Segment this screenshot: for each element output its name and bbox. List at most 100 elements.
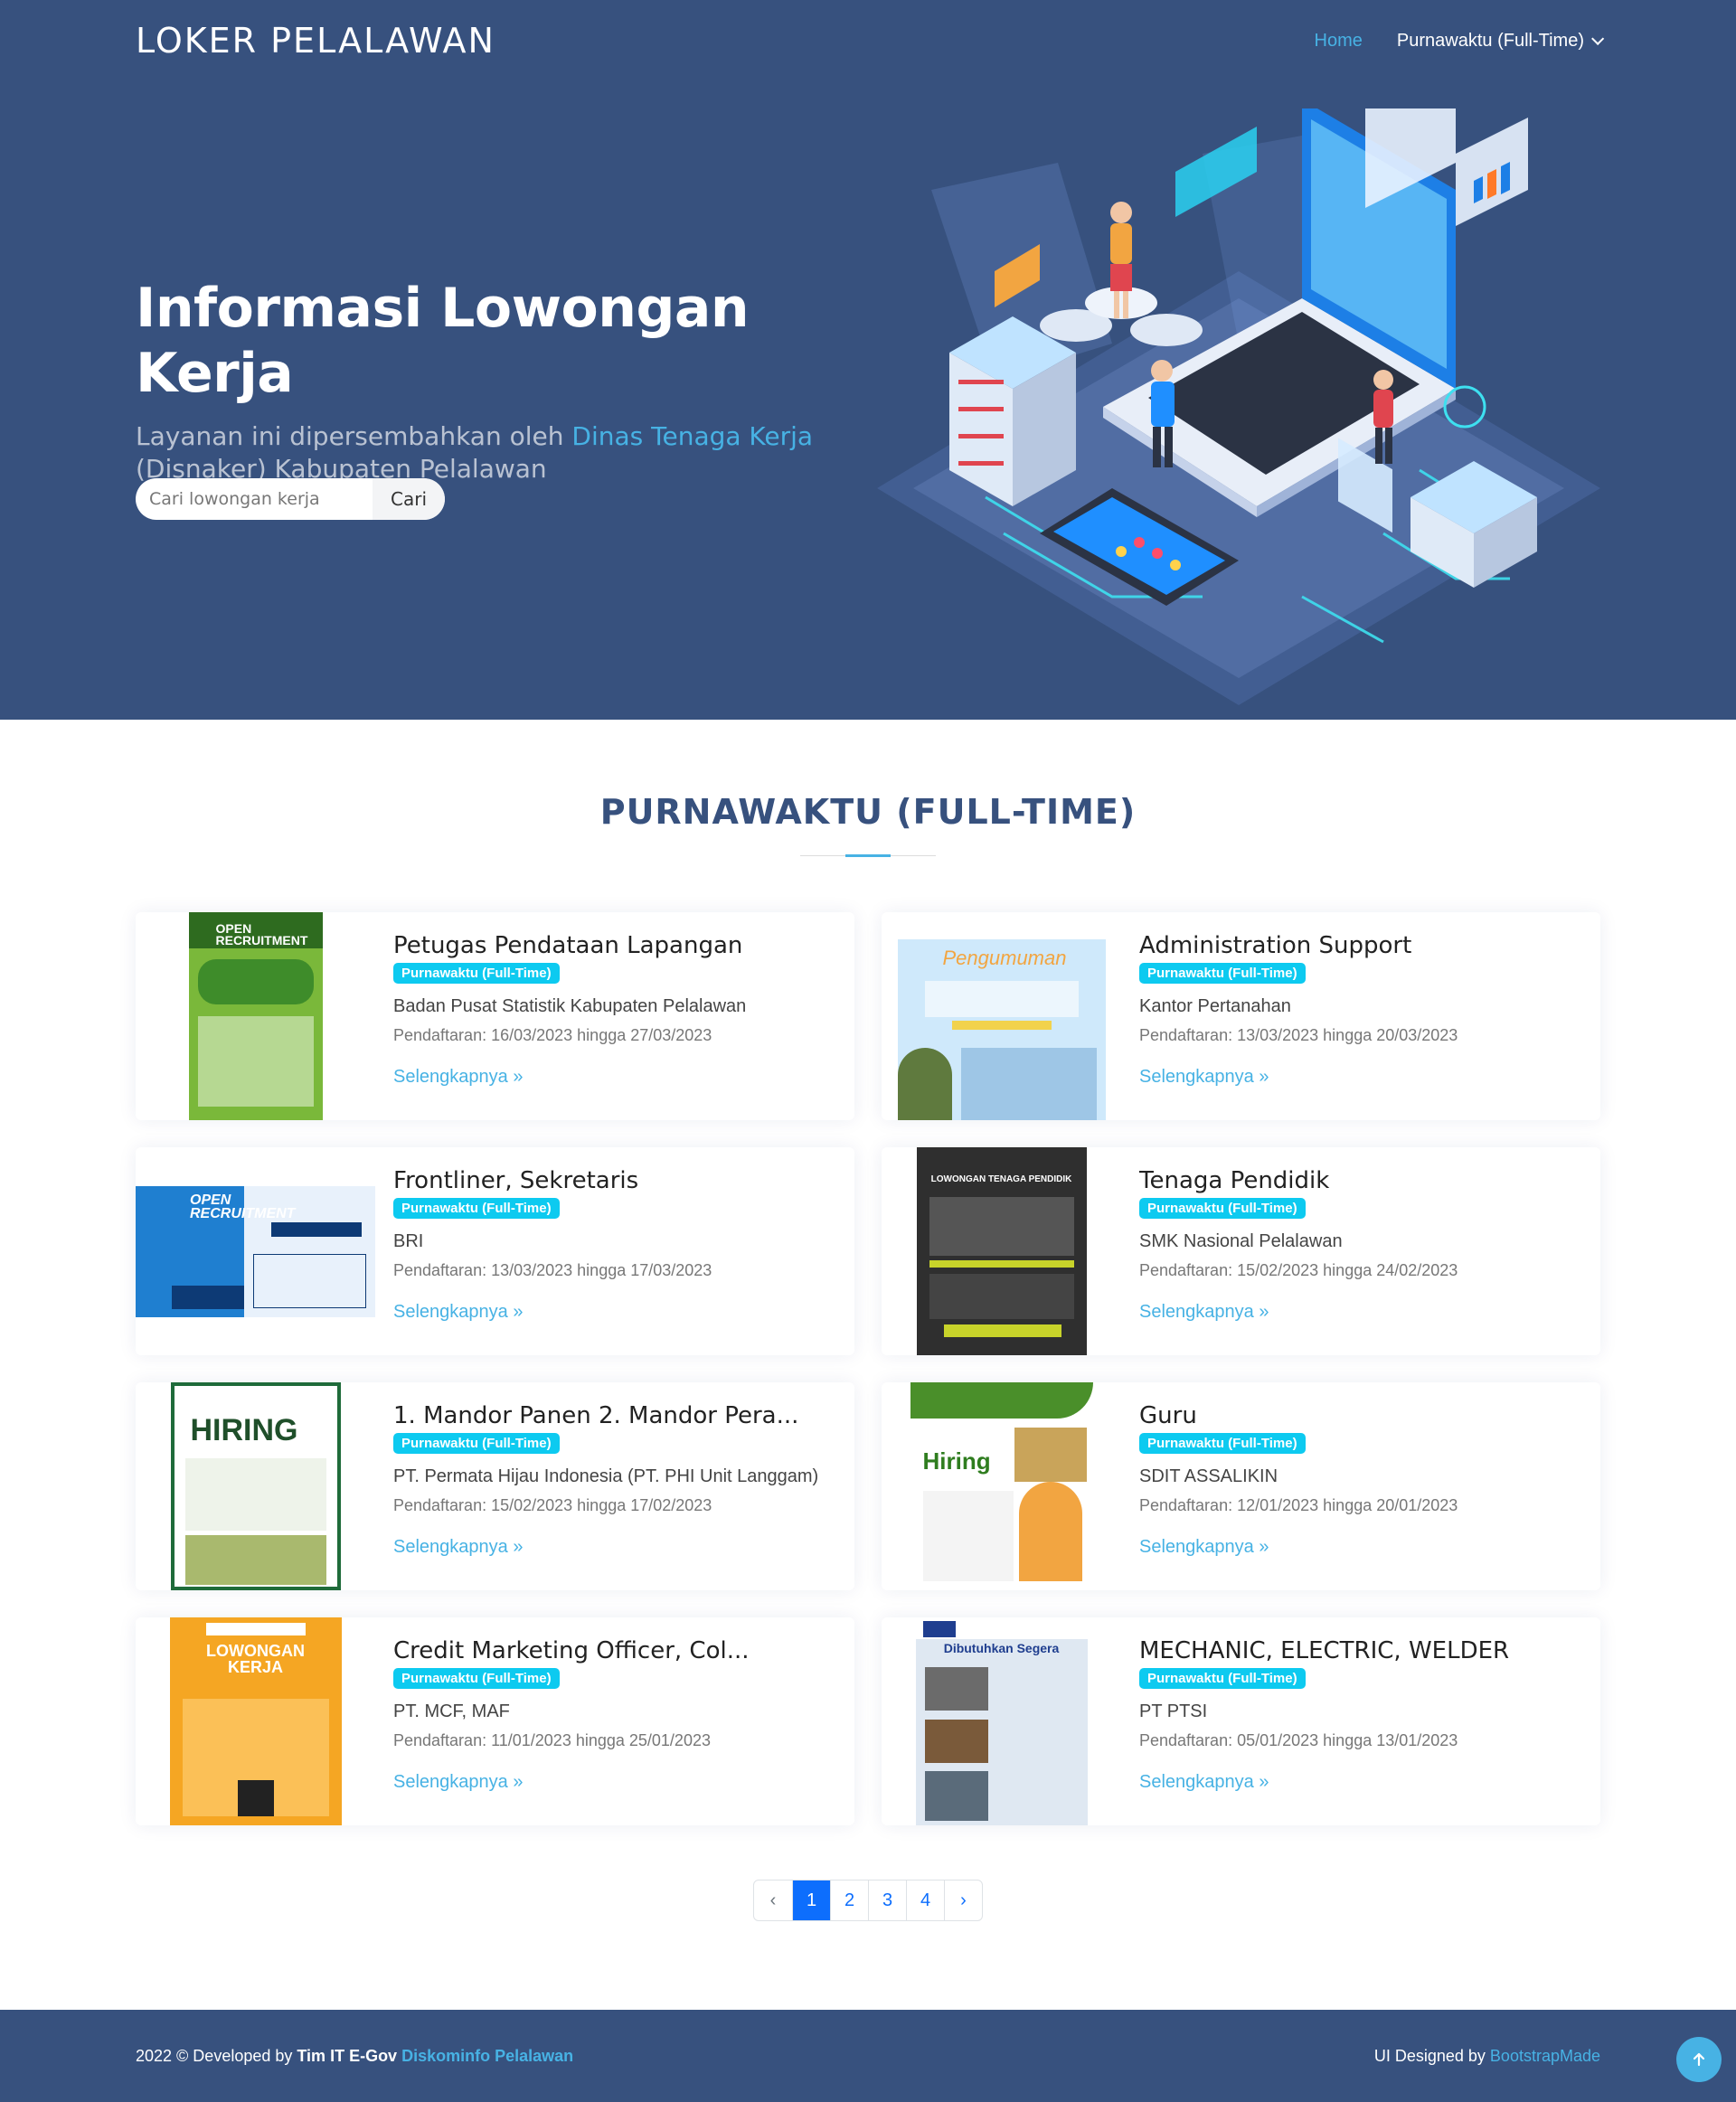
job-type-badge: Purnawaktu (Full-Time) (1139, 1433, 1306, 1454)
job-poster-image: OPEN RECRUITMENT (188, 912, 323, 1120)
job-title[interactable]: Guru (1139, 1402, 1591, 1429)
job-card-body: Petugas Pendataan Lapangan Purnawaktu (F… (375, 912, 845, 1120)
job-poster-image: Hiring (910, 1382, 1093, 1590)
job-card: Dibutuhkan Segera MECHANIC, ELECTRIC, WE… (882, 1617, 1600, 1825)
job-detail-link[interactable]: Selengkapnya » (393, 1537, 523, 1558)
job-list: OPEN RECRUITMENT Petugas Pendataan Lapan… (136, 912, 1600, 1825)
job-registration-period: Pendaftaran: 15/02/2023 hingga 17/02/202… (393, 1496, 712, 1514)
job-title[interactable]: Petugas Pendataan Lapangan (393, 932, 845, 959)
job-card-body: Tenaga Pendidik Purnawaktu (Full-Time) S… (1121, 1147, 1591, 1355)
jobs-section: PURNAWAKTU (FULL-TIME) OPEN RECRUITMENT … (0, 720, 1736, 1921)
pagination-next[interactable]: › (944, 1880, 982, 1920)
poster-caption: Pengumuman (942, 947, 1067, 969)
pagination-controls: ‹ 1 2 3 4 › (753, 1880, 983, 1921)
main-nav: Home Purnawaktu (Full-Time) (1315, 30, 1605, 52)
job-detail-link[interactable]: Selengkapnya » (393, 1772, 523, 1793)
job-thumbnail[interactable]: OPEN RECRUITMENT (136, 912, 375, 1120)
footer-design-pre: UI Designed by (1373, 2046, 1490, 2065)
pagination-page[interactable]: 4 (906, 1880, 944, 1920)
job-detail-link[interactable]: Selengkapnya » (393, 1067, 523, 1088)
job-type-badge: Purnawaktu (Full-Time) (393, 1668, 560, 1689)
job-poster-image: Pengumuman (897, 912, 1106, 1120)
job-thumbnail[interactable]: Dibutuhkan Segera (882, 1617, 1121, 1825)
job-title[interactable]: Credit Marketing Officer, Col... (393, 1637, 845, 1664)
job-type-badge: Purnawaktu (Full-Time) (1139, 963, 1306, 984)
job-card-body: Administration Support Purnawaktu (Full-… (1121, 912, 1591, 1120)
hero-illustration (877, 108, 1600, 705)
job-title[interactable]: Administration Support (1139, 932, 1591, 959)
job-title[interactable]: 1. Mandor Panen 2. Mandor Pera... (393, 1402, 845, 1429)
job-poster-image: LOWONGAN TENAGA PENDIDIK (916, 1147, 1087, 1355)
poster-caption: Dibutuhkan Segera (943, 1641, 1060, 1655)
job-registration-period: Pendaftaran: 13/03/2023 hingga 17/03/202… (393, 1261, 712, 1279)
job-type-badge: Purnawaktu (Full-Time) (393, 1198, 560, 1219)
job-thumbnail[interactable]: OPEN RECRUITMENT (136, 1147, 375, 1355)
job-thumbnail[interactable]: Hiring (882, 1382, 1121, 1590)
job-card-body: Guru Purnawaktu (Full-Time) SDIT ASSALIK… (1121, 1382, 1591, 1590)
job-registration-period: Pendaftaran: 15/02/2023 hingga 24/02/202… (1139, 1261, 1458, 1279)
hero-subtitle: Layanan ini dipersembahkan oleh Dinas Te… (136, 420, 823, 485)
job-registration-period: Pendaftaran: 16/03/2023 hingga 27/03/202… (393, 1026, 712, 1044)
footer-credits: 2022 © Developed by Tim IT E-Gov Diskomi… (136, 2047, 573, 2066)
poster-caption: LOWONGAN TENAGA PENDIDIK (930, 1174, 1072, 1184)
job-card: Hiring Guru Purnawaktu (Full-Time) SDIT … (882, 1382, 1600, 1590)
job-card-body: Frontliner, Sekretaris Purnawaktu (Full-… (375, 1147, 845, 1355)
header: LOKER PELALAWAN Home Purnawaktu (Full-Ti… (136, 0, 1605, 81)
job-thumbnail[interactable]: LOWONGAN KERJA (136, 1617, 375, 1825)
poster-caption: OPEN RECRUITMENT (190, 1192, 296, 1221)
job-title[interactable]: Tenaga Pendidik (1139, 1167, 1591, 1194)
pagination-page[interactable]: 2 (830, 1880, 868, 1920)
job-detail-link[interactable]: Selengkapnya » (393, 1302, 523, 1323)
job-detail-link[interactable]: Selengkapnya » (1139, 1067, 1269, 1088)
job-thumbnail[interactable]: LOWONGAN TENAGA PENDIDIK (882, 1147, 1121, 1355)
job-type-badge: Purnawaktu (Full-Time) (1139, 1198, 1306, 1219)
job-company: PT. MCF, MAF (393, 1701, 510, 1721)
footer-bootstrapmade-link[interactable]: BootstrapMade (1490, 2047, 1600, 2065)
site-logo[interactable]: LOKER PELALAWAN (136, 21, 495, 61)
job-detail-link[interactable]: Selengkapnya » (1139, 1302, 1269, 1323)
nav-dropdown-label: Purnawaktu (Full-Time) (1396, 30, 1584, 51)
job-registration-period: Pendaftaran: 13/03/2023 hingga 20/03/202… (1139, 1026, 1458, 1044)
footer-team: Tim IT E-Gov (297, 2046, 398, 2065)
footer-diskominfo-link[interactable]: Diskominfo Pelalawan (401, 2047, 573, 2065)
job-poster-image: HIRING (170, 1382, 341, 1590)
poster-caption: OPEN RECRUITMENT (215, 921, 308, 947)
footer-design-credit: UI Designed by BootstrapMade (1374, 2047, 1600, 2066)
job-company: PT PTSI (1139, 1701, 1208, 1721)
back-to-top-button[interactable] (1676, 2037, 1722, 2082)
search-form: Cari (136, 478, 445, 520)
hero-subtitle-link[interactable]: Dinas Tenaga Kerja (571, 421, 813, 451)
job-registration-period: Pendaftaran: 05/01/2023 hingga 13/01/202… (1139, 1731, 1458, 1749)
job-card-body: MECHANIC, ELECTRIC, WELDER Purnawaktu (F… (1121, 1617, 1591, 1825)
hero-title: Informasi Lowongan Kerja (136, 277, 750, 405)
job-card: LOWONGAN TENAGA PENDIDIK Tenaga Pendidik… (882, 1147, 1600, 1355)
search-input[interactable] (136, 478, 373, 520)
job-detail-link[interactable]: Selengkapnya » (1139, 1772, 1269, 1793)
hero-section: LOKER PELALAWAN Home Purnawaktu (Full-Ti… (0, 0, 1736, 720)
hero-subtitle-pre: Layanan ini dipersembahkan oleh (136, 421, 572, 451)
job-thumbnail[interactable]: HIRING (136, 1382, 375, 1590)
job-company: SMK Nasional Pelalawan (1139, 1231, 1343, 1251)
nav-dropdown-fulltime[interactable]: Purnawaktu (Full-Time) (1396, 30, 1605, 52)
nav-home[interactable]: Home (1315, 31, 1363, 52)
hero-text: Informasi Lowongan Kerja Layanan ini dip… (136, 276, 823, 485)
job-card-body: 1. Mandor Panen 2. Mandor Pera... Purnaw… (375, 1382, 845, 1590)
job-card-body: Credit Marketing Officer, Col... Purnawa… (375, 1617, 845, 1825)
job-company: PT. Permata Hijau Indonesia (PT. PHI Uni… (393, 1466, 819, 1486)
job-title[interactable]: MECHANIC, ELECTRIC, WELDER (1139, 1637, 1591, 1664)
job-title[interactable]: Frontliner, Sekretaris (393, 1167, 845, 1194)
job-detail-link[interactable]: Selengkapnya » (1139, 1537, 1269, 1558)
poster-caption: HIRING (190, 1413, 298, 1447)
job-company: Badan Pusat Statistik Kabupaten Pelalawa… (393, 996, 747, 1016)
pagination-prev[interactable]: ‹ (754, 1880, 792, 1920)
pagination-page[interactable]: 3 (868, 1880, 906, 1920)
pagination-page[interactable]: 1 (792, 1880, 830, 1920)
pagination: ‹ 1 2 3 4 › (0, 1880, 1736, 1921)
job-type-badge: Purnawaktu (Full-Time) (393, 963, 560, 984)
footer: 2022 © Developed by Tim IT E-Gov Diskomi… (0, 2010, 1736, 2102)
job-thumbnail[interactable]: Pengumuman (882, 912, 1121, 1120)
search-button[interactable]: Cari (373, 478, 445, 520)
chevron-down-icon (1591, 32, 1605, 45)
footer-credits-pre: 2022 © Developed by (136, 2046, 297, 2065)
job-registration-period: Pendaftaran: 11/01/2023 hingga 25/01/202… (393, 1731, 711, 1749)
